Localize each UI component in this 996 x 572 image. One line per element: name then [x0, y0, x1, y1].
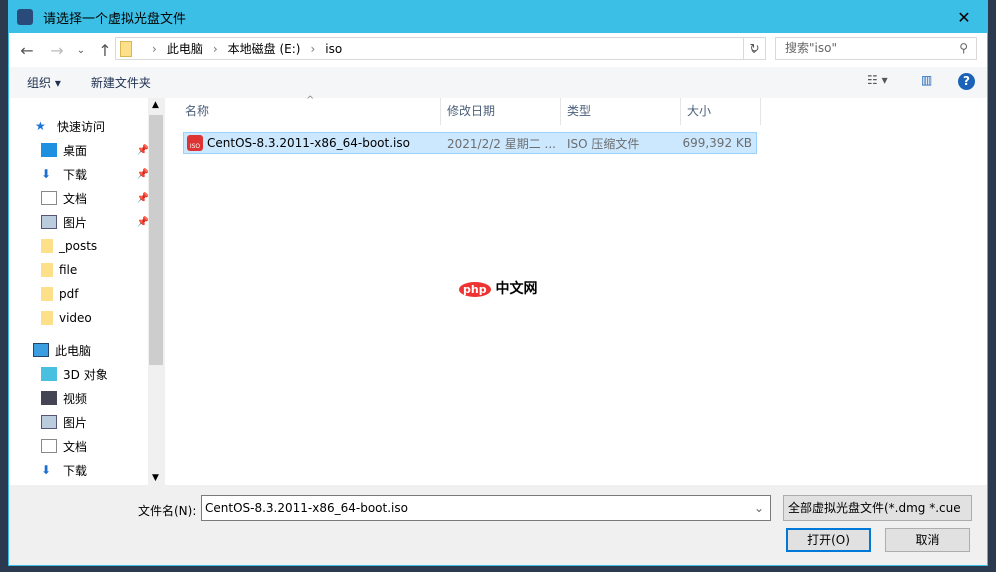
scrollbar-thumb[interactable]: [149, 115, 163, 365]
nav-label: 3D 对象: [63, 367, 108, 382]
nav-label: video: [59, 311, 92, 325]
breadcrumb-this-pc[interactable]: 此电脑: [167, 40, 203, 57]
computer-icon: [33, 343, 49, 357]
recent-chevron-icon[interactable]: ⌄: [69, 45, 93, 56]
folder-icon: [41, 239, 53, 253]
help-button[interactable]: ?: [958, 73, 975, 90]
document-icon: [41, 191, 57, 205]
nav-item-downloads-pc[interactable]: ⬇ 下载: [41, 459, 149, 481]
file-list: ^ 名称 修改日期 类型 大小 ISO CentOS-8.3.2011-x86_…: [165, 95, 987, 485]
toolbar: 组织 ▾ 新建文件夹 ☷ ▾ ▥ ?: [9, 67, 987, 98]
watermark-logo: php 中文网: [459, 278, 537, 298]
picture-icon: [41, 215, 57, 229]
column-header-name[interactable]: 名称: [179, 98, 441, 125]
file-type: ISO 压缩文件: [567, 136, 640, 151]
cube-icon: [41, 367, 57, 381]
preview-pane-icon[interactable]: ▥: [921, 73, 932, 87]
filename-label: 文件名(N):: [138, 504, 197, 518]
nav-label: 图片: [63, 415, 88, 430]
cancel-button[interactable]: 取消: [885, 528, 970, 552]
desktop-icon: [41, 143, 57, 157]
nav-item-pdf[interactable]: pdf: [41, 283, 149, 305]
file-size: 699,392 KB: [682, 136, 752, 150]
refresh-button[interactable]: ↻: [743, 37, 766, 60]
nav-item-video[interactable]: video: [41, 307, 149, 329]
file-type-filter[interactable]: 全部虚拟光盘文件(*.dmg *.cue: [783, 495, 972, 521]
dialog-title: 请选择一个虚拟光盘文件: [43, 11, 187, 27]
navigation-pane: ★ 快速访问 桌面 📌 ⬇ 下载 📌 文档 📌 图片 📌 _posts file pdf v…: [9, 98, 164, 485]
document-icon: [41, 439, 57, 453]
virtualbox-icon: [17, 9, 33, 25]
search-icon: ⚲: [959, 41, 968, 55]
star-icon: ★: [35, 119, 46, 133]
filename-value: CentOS-8.3.2011-x86_64-boot.iso: [205, 501, 408, 515]
folder-icon: [41, 263, 53, 277]
nav-label: file: [59, 263, 78, 277]
nav-quick-access[interactable]: ★ 快速访问: [35, 115, 143, 137]
nav-item-posts[interactable]: _posts: [41, 235, 149, 257]
column-header-size[interactable]: 大小: [681, 98, 761, 125]
file-modified: 2021/2/2 星期二 ...: [447, 136, 556, 151]
nav-scrollbar[interactable]: ▲ ▼: [148, 98, 164, 485]
nav-label: 视频: [63, 391, 88, 406]
nav-label: 下载: [63, 463, 88, 478]
chevron-down-icon[interactable]: ⌄: [754, 496, 764, 520]
nav-this-pc[interactable]: 此电脑: [33, 339, 141, 361]
title-bar: 请选择一个虚拟光盘文件 ✕: [9, 1, 987, 33]
search-input[interactable]: 搜索"iso" ⚲: [775, 37, 977, 60]
forward-arrow-icon[interactable]: →: [45, 41, 69, 60]
close-button[interactable]: ✕: [941, 8, 987, 27]
nav-item-desktop[interactable]: 桌面 📌: [41, 139, 149, 161]
nav-item-videos[interactable]: 视频: [41, 387, 149, 409]
nav-item-documents-pc[interactable]: 文档: [41, 435, 149, 457]
open-button[interactable]: 打开(O): [786, 528, 871, 552]
filename-input[interactable]: CentOS-8.3.2011-x86_64-boot.iso ⌄: [201, 495, 771, 521]
scroll-down-icon[interactable]: ▼: [152, 473, 159, 483]
folder-icon: [41, 311, 53, 325]
nav-label: 桌面: [63, 143, 88, 158]
breadcrumb-iso[interactable]: iso: [325, 42, 342, 56]
picture-icon: [41, 415, 57, 429]
search-placeholder: 搜索"iso": [785, 41, 837, 55]
download-icon: ⬇: [41, 167, 52, 181]
nav-label: 图片: [63, 215, 88, 230]
view-options-icon[interactable]: ☷ ▾: [867, 73, 888, 87]
up-arrow-icon[interactable]: ↑: [93, 41, 117, 60]
folder-icon: [41, 287, 53, 301]
nav-item-file[interactable]: file: [41, 259, 149, 281]
nav-label: 快速访问: [57, 119, 106, 134]
nav-item-pictures-pc[interactable]: 图片: [41, 411, 149, 433]
file-row[interactable]: ISO CentOS-8.3.2011-x86_64-boot.iso 2021…: [183, 132, 757, 154]
file-name: CentOS-8.3.2011-x86_64-boot.iso: [207, 136, 410, 150]
back-arrow-icon[interactable]: ←: [15, 41, 39, 60]
iso-file-icon: ISO: [187, 135, 203, 151]
nav-item-pictures[interactable]: 图片 📌: [41, 211, 149, 233]
organize-button[interactable]: 组织 ▾: [27, 74, 61, 91]
column-header-type[interactable]: 类型: [561, 98, 681, 125]
filter-value: 全部虚拟光盘文件(*.dmg *.cue: [788, 501, 961, 515]
address-bar[interactable]: › 此电脑 › 本地磁盘 (E:) › iso ⌄: [115, 37, 766, 60]
scroll-up-icon[interactable]: ▲: [152, 100, 159, 110]
dialog-footer: 文件名(N): CentOS-8.3.2011-x86_64-boot.iso ⌄…: [9, 485, 987, 567]
download-icon: ⬇: [41, 463, 52, 477]
nav-item-3d-objects[interactable]: 3D 对象: [41, 363, 149, 385]
breadcrumb-drive[interactable]: 本地磁盘 (E:): [228, 40, 301, 57]
folder-icon: [120, 40, 132, 57]
column-header-modified[interactable]: 修改日期: [441, 98, 561, 125]
nav-label: 此电脑: [55, 343, 92, 358]
nav-label: _posts: [59, 239, 98, 253]
address-row: ← → ⌄ ↑ › 此电脑 › 本地磁盘 (E:) › iso ⌄ ↻ 搜索"iso"…: [9, 33, 987, 67]
nav-item-documents[interactable]: 文档 📌: [41, 187, 149, 209]
film-icon: [41, 391, 57, 405]
new-folder-button[interactable]: 新建文件夹: [91, 74, 151, 91]
nav-label: pdf: [59, 287, 79, 301]
nav-item-downloads[interactable]: ⬇ 下载 📌: [41, 163, 149, 185]
nav-label: 文档: [63, 439, 88, 454]
nav-label: 文档: [63, 191, 88, 206]
nav-label: 下载: [63, 167, 88, 182]
file-open-dialog: 请选择一个虚拟光盘文件 ✕ ← → ⌄ ↑ › 此电脑 › 本地磁盘 (E:) › i…: [8, 0, 988, 566]
